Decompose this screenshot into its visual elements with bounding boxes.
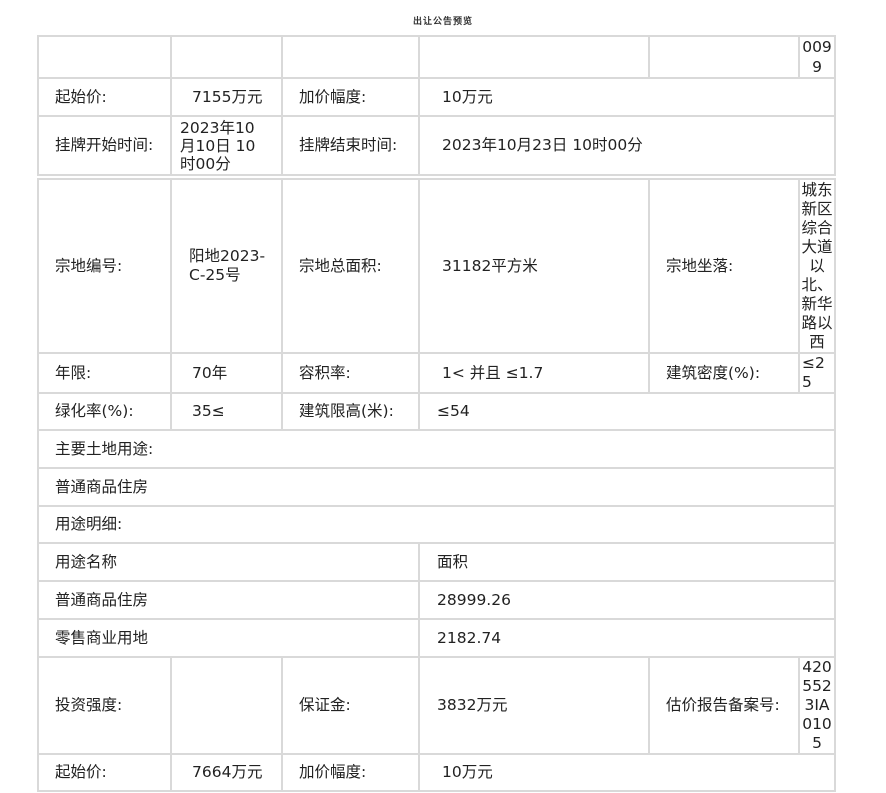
far-value: 1< 并且 ≤1.7 <box>418 352 650 394</box>
use-detail-label: 用途明细: <box>37 505 836 544</box>
empty-cell <box>281 35 420 79</box>
table-row: 年限: 70年 容积率: 1< 并且 ≤1.7 建筑密度(%): ≤25 <box>37 352 836 394</box>
parcel-location-label: 宗地坐落: <box>648 178 800 354</box>
empty-cell <box>37 35 172 79</box>
invest-value <box>170 656 283 755</box>
empty-cell <box>170 35 283 79</box>
far-label: 容积率: <box>281 352 420 394</box>
start-price-label: 起始价: <box>37 77 172 117</box>
green-rate-label: 绿化率(%): <box>37 392 172 431</box>
parcel-code-tail: 0099 <box>798 35 836 79</box>
start-price-value: 7664万元 <box>170 753 283 792</box>
deposit-value: 3832万元 <box>418 656 650 755</box>
start-price-label: 起始价: <box>37 753 172 792</box>
green-rate-value: 35≤ <box>170 392 283 431</box>
table-row: 零售商业用地 2182.74 <box>37 618 836 658</box>
parcel-table-previous: 0099 起始价: 7155万元 加价幅度: 10万元 挂牌开始时间: 2023… <box>37 35 836 176</box>
use-area-cell: 28999.26 <box>418 580 836 620</box>
use-name-cell: 普通商品住房 <box>37 580 420 620</box>
use-table-header-name: 用途名称 <box>37 542 420 582</box>
term-value: 70年 <box>170 352 283 394</box>
deposit-label: 保证金: <box>281 656 420 755</box>
parcel-id-value: 阳地2023-C-25号 <box>170 178 283 354</box>
appraisal-value: 4205523IA0105 <box>798 656 836 755</box>
table-row: 挂牌开始时间: 2023年10月10日 10时00分 挂牌结束时间: 2023年… <box>37 115 836 176</box>
table-row: 起始价: 7664万元 加价幅度: 10万元 <box>37 753 836 792</box>
main-use-value: 普通商品住房 <box>37 467 836 507</box>
density-value: ≤25 <box>798 352 836 394</box>
density-label: 建筑密度(%): <box>648 352 800 394</box>
height-limit-value: ≤54 <box>418 392 836 431</box>
height-limit-label: 建筑限高(米): <box>281 392 420 431</box>
increment-value: 10万元 <box>418 77 836 117</box>
parcel-location-value: 城东新区综合大道以北、新华路以西 <box>798 178 836 354</box>
parcel-area-value: 31182平方米 <box>418 178 650 354</box>
table-row: 主要土地用途: <box>37 429 836 469</box>
table-row: 用途名称 面积 <box>37 542 836 582</box>
increment-label: 加价幅度: <box>281 753 420 792</box>
appraisal-label: 估价报告备案号: <box>648 656 800 755</box>
term-label: 年限: <box>37 352 172 394</box>
parcel-table: 宗地编号: 阳地2023-C-25号 宗地总面积: 31182平方米 宗地坐落:… <box>37 178 836 792</box>
listing-end-value: 2023年10月23日 10时00分 <box>418 115 836 176</box>
parcel-area-label: 宗地总面积: <box>281 178 420 354</box>
use-area-cell: 2182.74 <box>418 618 836 658</box>
table-row: 绿化率(%): 35≤ 建筑限高(米): ≤54 <box>37 392 836 431</box>
table-row: 起始价: 7155万元 加价幅度: 10万元 <box>37 77 836 117</box>
table-row: 宗地编号: 阳地2023-C-25号 宗地总面积: 31182平方米 宗地坐落:… <box>37 178 836 354</box>
empty-cell <box>648 35 800 79</box>
invest-label: 投资强度: <box>37 656 172 755</box>
main-use-label: 主要土地用途: <box>37 429 836 469</box>
empty-cell <box>418 35 650 79</box>
listing-end-label: 挂牌结束时间: <box>281 115 420 176</box>
use-name-cell: 零售商业用地 <box>37 618 420 658</box>
listing-start-label: 挂牌开始时间: <box>37 115 172 176</box>
increment-value: 10万元 <box>418 753 836 792</box>
table-row: 投资强度: 保证金: 3832万元 估价报告备案号: 4205523IA0105 <box>37 656 836 755</box>
parcel-id-label: 宗地编号: <box>37 178 172 354</box>
table-row: 用途明细: <box>37 505 836 544</box>
listing-start-value: 2023年10月10日 10时00分 <box>170 115 283 176</box>
start-price-value: 7155万元 <box>170 77 283 117</box>
use-table-header-area: 面积 <box>418 542 836 582</box>
table-row: 0099 <box>37 35 836 79</box>
table-row: 普通商品住房 28999.26 <box>37 580 836 620</box>
increment-label: 加价幅度: <box>281 77 420 117</box>
page-header: 出让公告预览 <box>412 17 473 27</box>
table-row: 普通商品住房 <box>37 467 836 507</box>
